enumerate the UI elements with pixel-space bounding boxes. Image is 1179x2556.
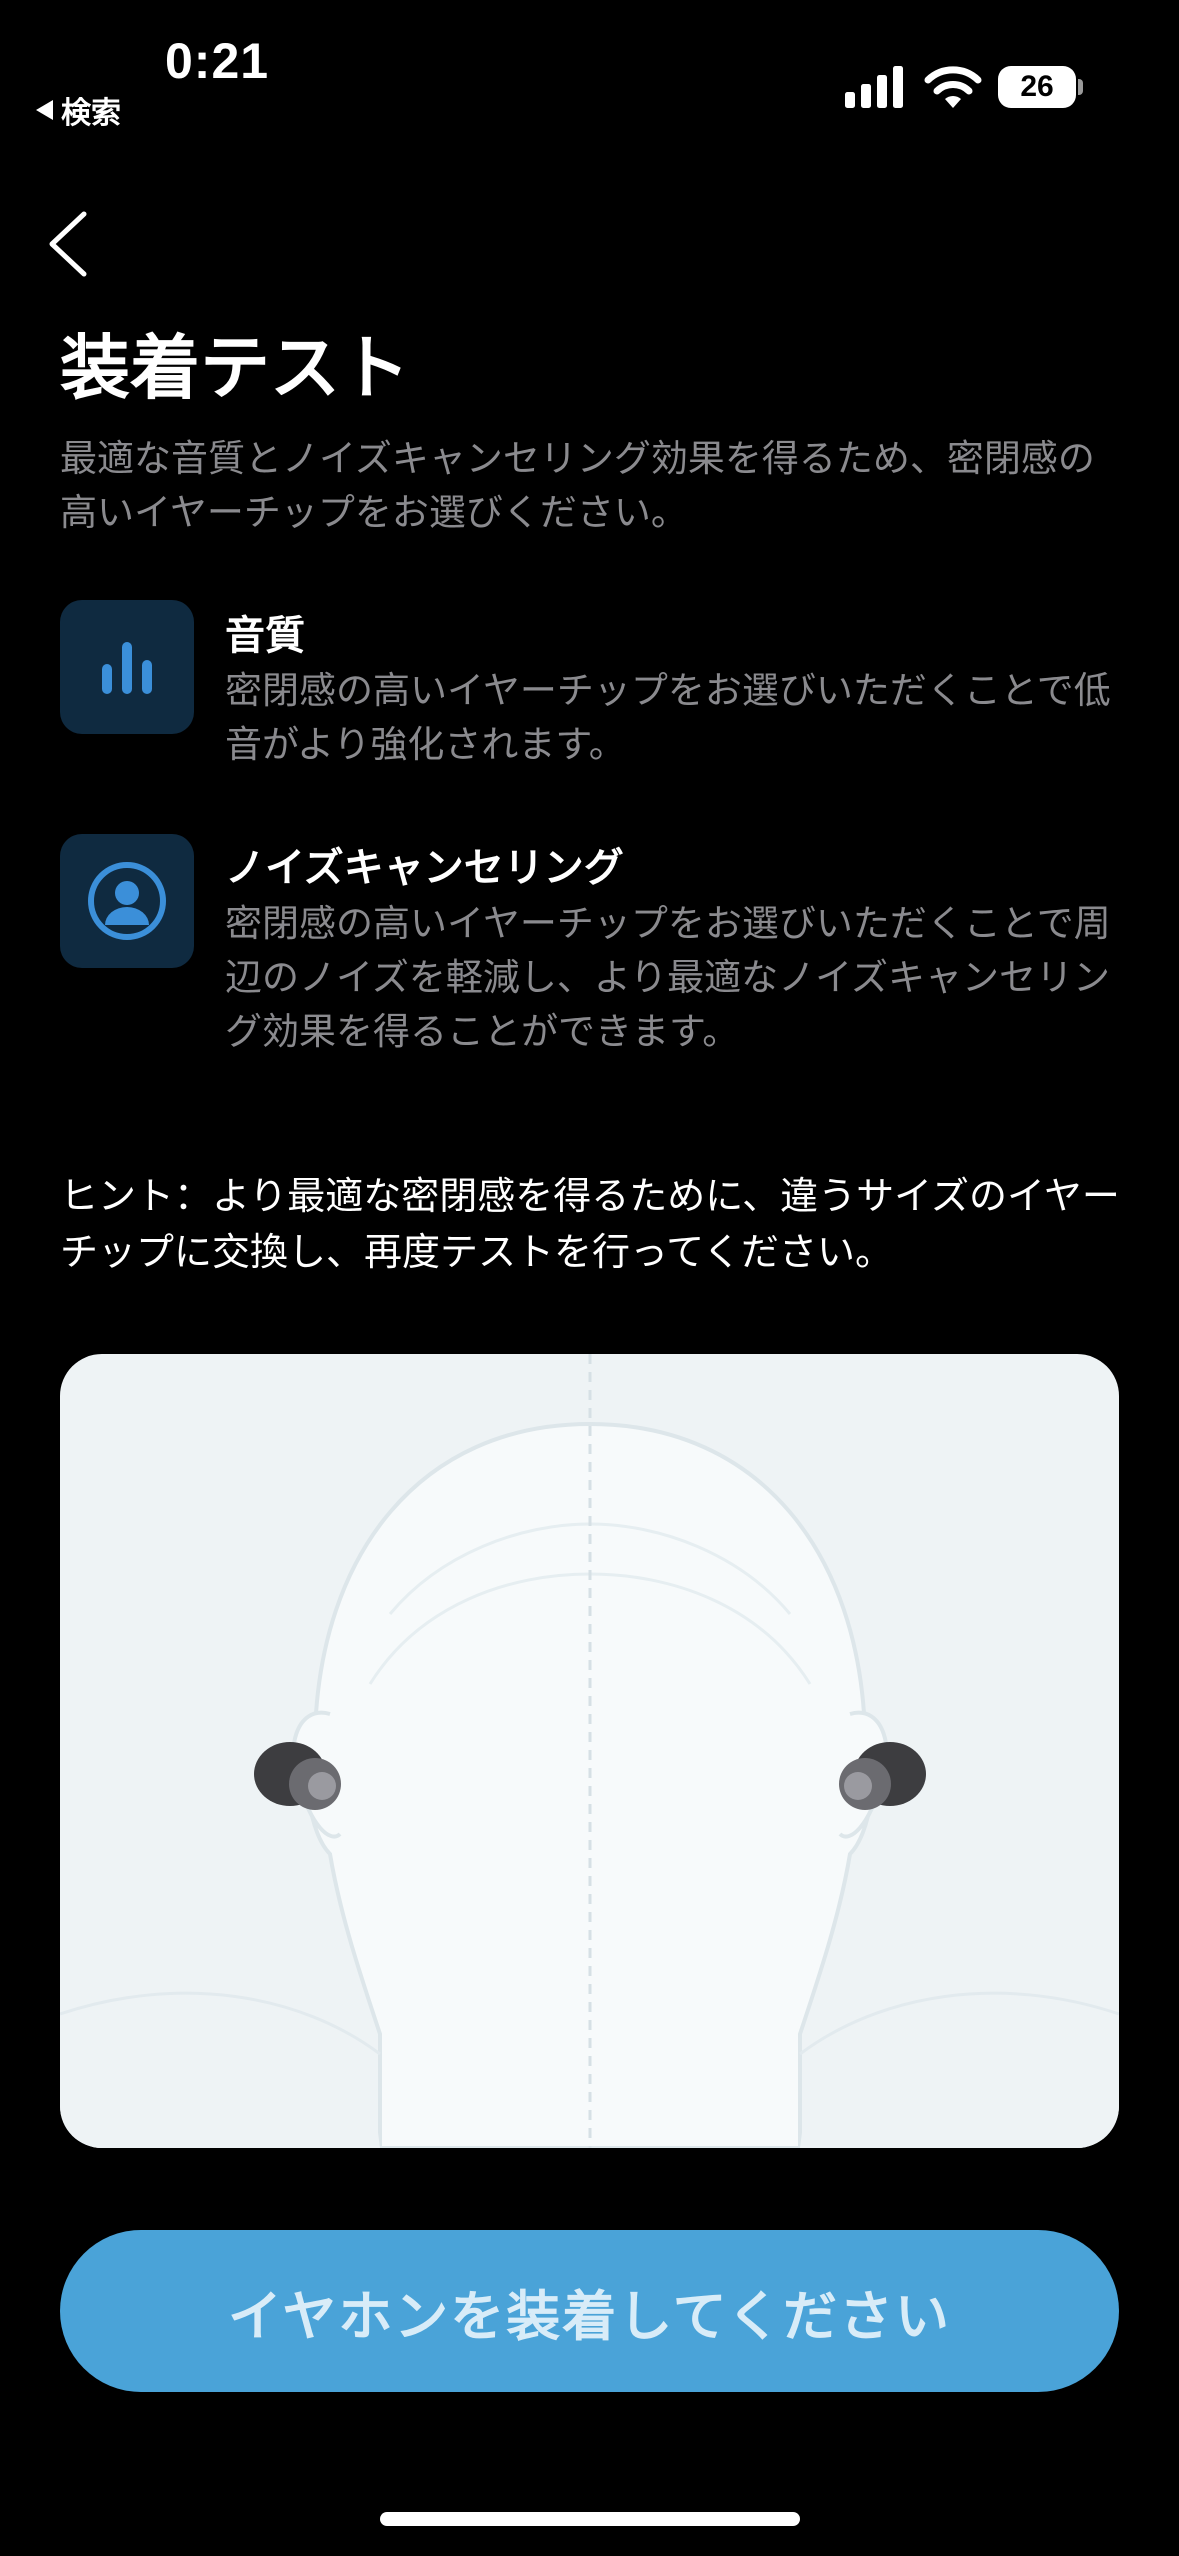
page-title: 装着テスト bbox=[60, 327, 410, 409]
back-triangle-icon bbox=[36, 100, 53, 120]
battery-level: 26 bbox=[998, 66, 1076, 108]
head-with-earbuds-illustration bbox=[60, 1354, 1119, 2148]
feature-text-noise-cancelling: 密閉感の高いイヤーチップをお選びいただくことで周辺のノイズを軽減し、より最適なノ… bbox=[225, 902, 1111, 1053]
wifi-icon bbox=[924, 66, 982, 108]
feature-title-noise-cancelling: ノイズキャンセリング bbox=[225, 845, 624, 891]
feature-title-sound-quality: 音質 bbox=[225, 613, 305, 659]
sound-quality-icon-tile bbox=[60, 600, 194, 734]
home-indicator[interactable] bbox=[380, 2512, 800, 2526]
page-description: 最適な音質とノイズキャンセリング効果を得るため、密閉感の高いイヤーチップをお選び… bbox=[60, 437, 1095, 534]
status-time: 0:21 bbox=[165, 33, 270, 89]
equalizer-bars-icon bbox=[102, 642, 152, 694]
hint-text: ヒント：より最適な密閉感を得るために、違うサイズのイヤーチップに交換し、再度テス… bbox=[60, 1174, 1120, 1274]
cellular-signal-icon bbox=[845, 66, 903, 108]
battery-nub bbox=[1078, 79, 1083, 95]
noise-cancelling-icon-tile bbox=[60, 834, 194, 968]
back-chevron-icon[interactable] bbox=[40, 206, 100, 282]
wear-earbuds-button[interactable]: イヤホンを装着してください bbox=[60, 2230, 1119, 2392]
status-back-to-app[interactable]: 検索 bbox=[36, 88, 121, 132]
head-silhouette-illustration bbox=[60, 1354, 1119, 2148]
status-back-label: 検索 bbox=[61, 96, 121, 131]
person-noise-cancel-icon bbox=[88, 862, 166, 940]
feature-text-sound-quality: 密閉感の高いイヤーチップをお選びいただくことで低音がより強化されます。 bbox=[225, 669, 1111, 766]
